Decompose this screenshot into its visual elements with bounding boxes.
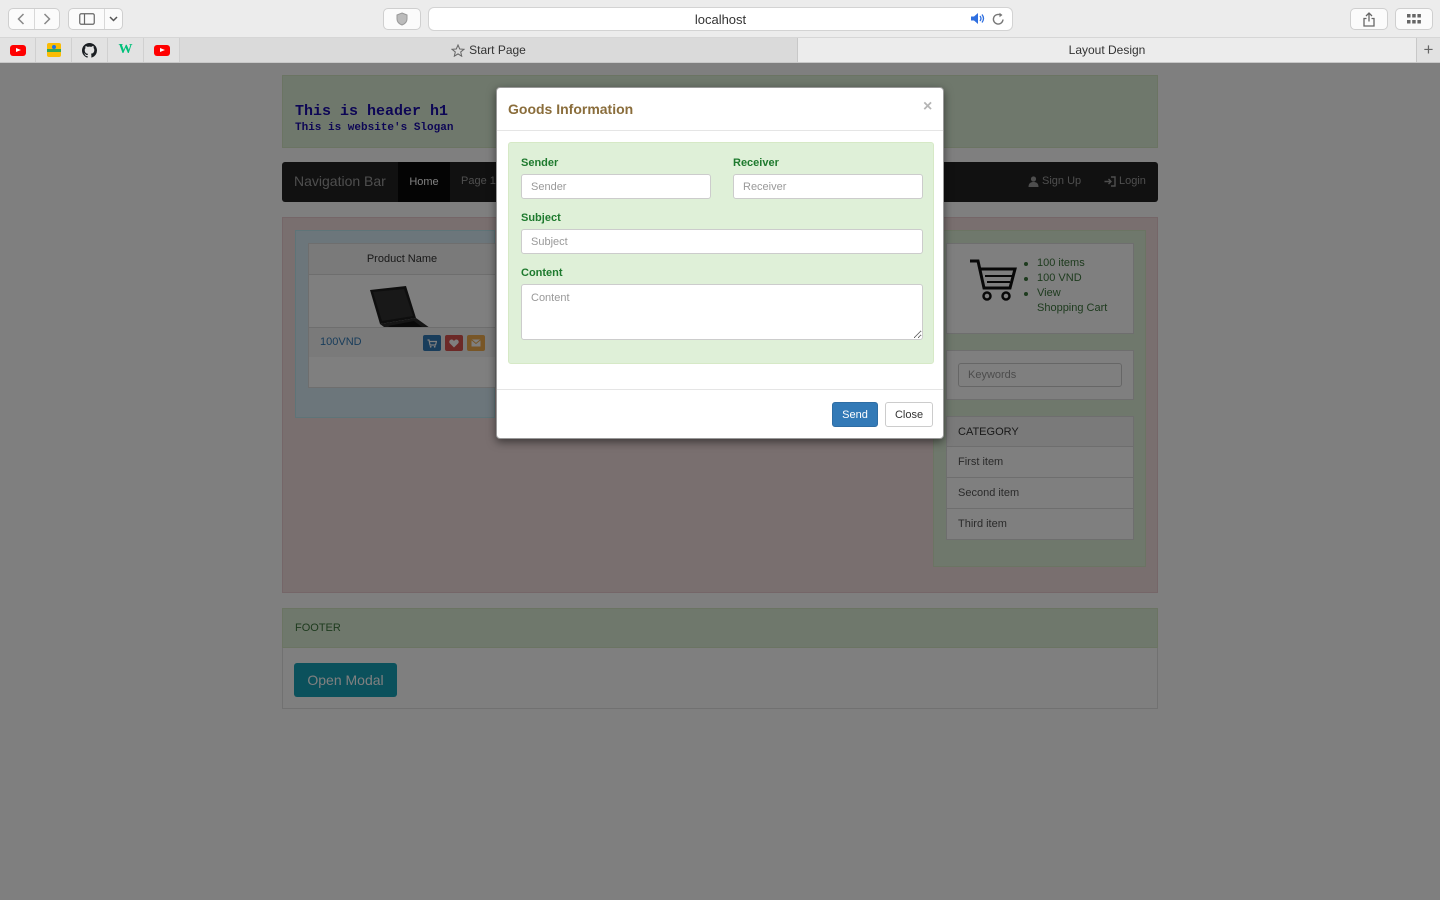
- subject-input[interactable]: [521, 229, 923, 254]
- address-url: localhost: [694, 12, 747, 27]
- receiver-label: Receiver: [733, 157, 779, 169]
- plus-icon: +: [1423, 40, 1434, 59]
- favorite-youtube[interactable]: [0, 38, 36, 62]
- tab-label: Layout Design: [1068, 43, 1146, 57]
- share-icon: [1363, 11, 1375, 27]
- favorite-google-maps[interactable]: [36, 38, 72, 62]
- tab-label: Start Page: [469, 43, 526, 57]
- youtube-icon: [153, 44, 170, 56]
- speaker-icon[interactable]: [970, 12, 986, 28]
- new-tab-button[interactable]: +: [1416, 38, 1440, 62]
- google-maps-icon: [46, 43, 61, 57]
- tab-overview-button[interactable]: [1395, 8, 1433, 30]
- tab-start-page[interactable]: Start Page: [180, 38, 798, 62]
- sidebar-controls: [68, 8, 123, 30]
- favorite-github[interactable]: [72, 38, 108, 62]
- share-button[interactable]: [1350, 8, 1388, 30]
- modal-title: Goods Information: [508, 101, 634, 117]
- browser-toolbar: localhost: [0, 0, 1440, 38]
- favorite-w-site[interactable]: W: [108, 38, 144, 62]
- close-icon[interactable]: ×: [923, 98, 932, 116]
- reload-icon[interactable]: [992, 12, 1005, 29]
- star-icon: [451, 43, 466, 57]
- chevron-down-icon: [109, 16, 118, 22]
- sidebar-toggle-button[interactable]: [69, 9, 105, 29]
- address-bar[interactable]: localhost: [428, 7, 1013, 31]
- content-label: Content: [521, 267, 563, 279]
- grid-icon: [1407, 14, 1421, 24]
- youtube-icon: [9, 44, 26, 56]
- favorite-youtube-2[interactable]: [144, 38, 180, 62]
- back-button[interactable]: [9, 9, 34, 29]
- sender-label: Sender: [521, 157, 559, 169]
- sidebar-icon: [78, 13, 95, 25]
- sender-input[interactable]: [521, 174, 711, 199]
- w-logo-icon: W: [118, 42, 133, 57]
- modal-footer: Send Close: [497, 389, 943, 438]
- shield-icon: [396, 12, 408, 26]
- forward-button[interactable]: [33, 9, 60, 29]
- tab-bar: W Start Page Layout Design +: [0, 38, 1440, 63]
- close-button[interactable]: Close: [885, 402, 933, 427]
- receiver-input[interactable]: [733, 174, 923, 199]
- privacy-report-button[interactable]: [383, 8, 421, 30]
- tab-layout-design[interactable]: Layout Design: [798, 38, 1416, 62]
- subject-label: Subject: [521, 212, 561, 224]
- modal-header: Goods Information ×: [497, 88, 943, 131]
- goods-form: Sender Receiver Subject Content: [508, 142, 934, 364]
- sidebar-menu-button[interactable]: [105, 9, 122, 29]
- goods-information-modal: Goods Information × Sender Receiver Subj…: [496, 87, 944, 439]
- content-textarea[interactable]: [521, 284, 923, 340]
- send-button[interactable]: Send: [832, 402, 878, 427]
- github-icon: [82, 42, 97, 58]
- history-nav: [8, 8, 60, 30]
